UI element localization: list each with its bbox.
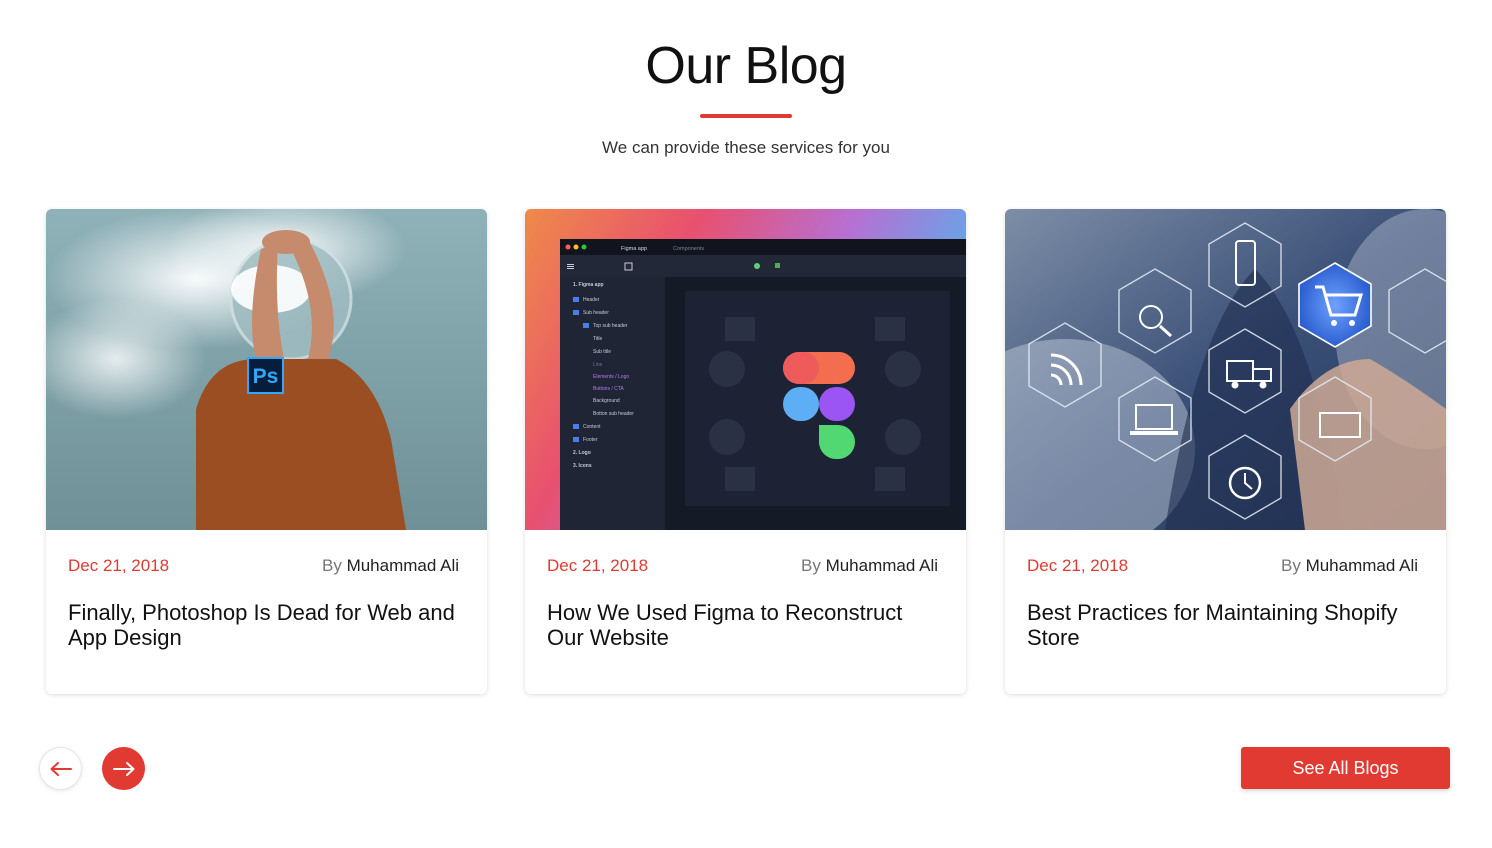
- next-button[interactable]: [102, 747, 145, 790]
- svg-text:Figma app: Figma app: [621, 246, 647, 252]
- post-date: Dec 21, 2018: [547, 556, 649, 575]
- post-author: By Muhammad Ali: [1280, 556, 1418, 575]
- arrow-right-icon: [112, 761, 134, 776]
- arrow-left-icon: [50, 761, 72, 776]
- svg-text:Buttons / CTA: Buttons / CTA: [593, 386, 624, 392]
- svg-text:Ps: Ps: [253, 365, 279, 388]
- blog-card[interactable]: Dec 21, 2018 By Muhammad Ali Best Practi…: [1005, 209, 1446, 694]
- svg-text:2. Logo: 2. Logo: [573, 450, 591, 456]
- svg-text:Botton sub header: Botton sub header: [593, 411, 634, 417]
- post-date: Dec 21, 2018: [1027, 556, 1129, 575]
- svg-text:Sub header: Sub header: [583, 310, 609, 316]
- svg-text:Content: Content: [583, 424, 601, 430]
- blog-card-meta: Dec 21, 2018 By Muhammad Ali: [547, 556, 938, 578]
- previous-button[interactable]: [39, 747, 82, 790]
- svg-text:Title: Title: [593, 336, 602, 342]
- figma-app-image: Figma app Components 1. Figma app Header…: [525, 209, 966, 530]
- post-date: Dec 21, 2018: [68, 556, 170, 575]
- section-title: Our Blog: [645, 37, 847, 95]
- post-author: By Muhammad Ali: [800, 556, 938, 575]
- blog-card-image[interactable]: Figma app Components 1. Figma app Header…: [525, 209, 966, 530]
- svg-text:Header: Header: [583, 297, 600, 303]
- svg-text:Top sub header: Top sub header: [593, 323, 628, 329]
- blog-card[interactable]: Figma app Components 1. Figma app Header…: [525, 209, 966, 694]
- blog-card-image[interactable]: Ps: [46, 209, 487, 530]
- see-all-blogs-button[interactable]: See All Blogs: [1241, 747, 1450, 789]
- blog-card-image[interactable]: [1005, 209, 1446, 530]
- blog-card-meta: Dec 21, 2018 By Muhammad Ali: [68, 556, 459, 578]
- svg-text:Line: Line: [593, 362, 603, 368]
- blog-card-meta: Dec 21, 2018 By Muhammad Ali: [1027, 556, 1418, 578]
- post-author: By Muhammad Ali: [321, 556, 459, 575]
- svg-text:Components: Components: [673, 246, 704, 252]
- svg-text:Elements / Logo: Elements / Logo: [593, 374, 629, 380]
- svg-text:Sub title: Sub title: [593, 349, 611, 355]
- post-title[interactable]: Finally, Photoshop Is Dead for Web and A…: [68, 600, 465, 650]
- photoshop-cloud-image: Ps: [46, 209, 487, 530]
- svg-text:Footer: Footer: [583, 437, 598, 443]
- ecommerce-network-image: [1005, 209, 1446, 530]
- post-title[interactable]: Best Practices for Maintaining Shopify S…: [1027, 600, 1424, 650]
- post-title[interactable]: How We Used Figma to Reconstruct Our Web…: [547, 600, 944, 650]
- section-subtitle: We can provide these services for you: [602, 138, 890, 157]
- title-underline: [700, 114, 792, 118]
- svg-text:3. Icons: 3. Icons: [573, 463, 592, 469]
- svg-text:Background: Background: [593, 398, 620, 404]
- blog-card[interactable]: Ps Dec 21, 2018 By Muhammad Ali Finally,…: [46, 209, 487, 694]
- svg-text:1. Figma app: 1. Figma app: [573, 282, 604, 288]
